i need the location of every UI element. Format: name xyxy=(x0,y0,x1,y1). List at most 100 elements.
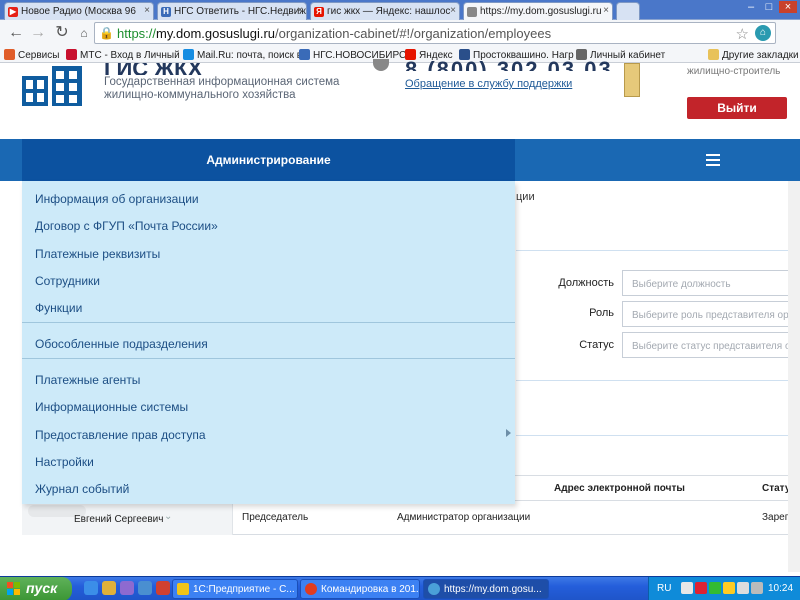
menu-item-org-info[interactable]: Информация об организации xyxy=(35,192,199,206)
close-tab-icon[interactable]: × xyxy=(603,5,609,16)
menu-item-functions[interactable]: Функции xyxy=(35,301,82,315)
table-row[interactable]: Евгений Сергеевич ⌄ Председатель Админис… xyxy=(22,501,800,535)
support-link[interactable]: Обращение в службу поддержки xyxy=(405,78,572,90)
tab-ngs[interactable]: Н НГС Ответить - НГС.Недвижим × xyxy=(157,2,307,20)
mailru-icon xyxy=(183,49,194,60)
hamburger-menu-icon[interactable] xyxy=(706,154,720,166)
mts-icon xyxy=(66,49,77,60)
tab-yandex[interactable]: Я гис жкх — Яндекс: нашлос × xyxy=(310,2,460,20)
address-bar[interactable]: 🔒 https://my.dom.gosuslugi.ru/organizati… xyxy=(94,22,776,44)
maximize-icon[interactable]: □ xyxy=(760,1,778,13)
browser-toolbar: ← → ↻ ⌂ 🔒 https://my.dom.gosuslugi.ru/or… xyxy=(0,20,800,61)
menu-item-payment-agents[interactable]: Платежные агенты xyxy=(35,373,140,387)
column-email[interactable]: Адрес электронной почты xyxy=(554,483,685,494)
chevron-down-icon[interactable]: ⌄ xyxy=(164,511,172,522)
bookmark-services[interactable]: Сервисы xyxy=(4,49,59,61)
filter-role-label: Роль xyxy=(589,307,614,319)
quicklaunch-icon[interactable] xyxy=(120,581,134,595)
status-select[interactable]: Выберите статус представителя ор xyxy=(622,332,800,358)
close-tab-icon[interactable]: × xyxy=(450,5,456,16)
antivirus-icon[interactable] xyxy=(695,582,707,594)
apps-icon xyxy=(4,49,15,60)
close-tab-icon[interactable]: × xyxy=(144,5,150,16)
site-header: ГИС ЖКХ Государственная информационная с… xyxy=(0,57,800,139)
menu-item-payment-details[interactable]: Платежные реквизиты xyxy=(35,247,160,261)
phone-icon xyxy=(373,59,389,71)
tab-title: НГС Ответить - НГС.Недвижим xyxy=(174,6,307,17)
tray-icon[interactable] xyxy=(723,582,735,594)
url-path: /organization-cabinet/#!/organization/em… xyxy=(275,26,552,41)
menu-item-info-systems[interactable]: Информационные системы xyxy=(35,400,188,414)
tray-icon[interactable] xyxy=(681,582,693,594)
bookmark-mts[interactable]: МТС - Вход в Личный к xyxy=(66,49,187,61)
tray-icon[interactable] xyxy=(709,582,721,594)
start-button[interactable]: пуск xyxy=(0,577,72,600)
employee-position: Председатель xyxy=(242,512,309,523)
menu-item-subdivisions[interactable]: Обособленные подразделения xyxy=(35,337,208,351)
logout-button[interactable]: Выйти xyxy=(687,97,787,119)
page-scrollbar[interactable] xyxy=(788,181,800,572)
menu-item-post-contract[interactable]: Договор с ФГУП «Почта России» xyxy=(35,219,218,233)
extension-icon[interactable]: ⌂ xyxy=(755,25,771,41)
reload-icon[interactable]: ↻ xyxy=(52,24,72,42)
quicklaunch-icon[interactable] xyxy=(138,581,152,595)
page-icon xyxy=(467,7,477,17)
chrome-icon[interactable] xyxy=(102,581,116,595)
divider xyxy=(516,380,800,381)
role-select[interactable]: Выберите роль представителя орга xyxy=(622,301,800,327)
menu-item-employees[interactable]: Сотрудники xyxy=(35,274,100,288)
network-icon[interactable] xyxy=(737,582,749,594)
tab-title: https://my.dom.gosuslugi.ru xyxy=(480,6,602,17)
volume-icon[interactable] xyxy=(751,582,763,594)
home-icon[interactable]: ⌂ xyxy=(74,24,94,42)
filter-status-label: Статус xyxy=(579,339,614,351)
browser-tab-bar: ▶ Новое Радио (Москва 96 × Н НГС Ответит… xyxy=(0,0,800,21)
tab-title: Новое Радио (Москва 96 xyxy=(21,6,136,17)
tab-title: гис жкх — Яндекс: нашлос xyxy=(327,6,451,17)
forward-icon[interactable]: → xyxy=(28,24,48,42)
position-select[interactable]: Выберите должность xyxy=(622,270,800,296)
bookmark-label: Mail.Ru: почта, поиск в xyxy=(197,50,303,61)
employee-status: Зарег xyxy=(762,512,789,523)
bookmark-label: НГС.НОВОСИБИРСК xyxy=(313,50,413,61)
submenu-arrow-icon xyxy=(506,429,511,437)
task-opera[interactable]: Командировка в 201... xyxy=(300,579,420,599)
menu-item-access-rights[interactable]: Предоставление прав доступа xyxy=(35,428,206,442)
administration-menu-button[interactable]: Администрирование xyxy=(22,139,515,181)
ie-icon[interactable] xyxy=(84,581,98,595)
bookmark-label: Другие закладки xyxy=(722,50,799,61)
bookmark-mailru[interactable]: Mail.Ru: почта, поиск в xyxy=(183,49,302,61)
employee-role: Администратор организации xyxy=(397,512,531,523)
bookmarks-bar: Сервисы МТС - Вход в Личный к Mail.Ru: п… xyxy=(0,46,800,63)
tab-new-radio[interactable]: ▶ Новое Радио (Москва 96 × xyxy=(4,2,154,20)
breadcrumb: ции xyxy=(516,191,535,203)
close-tab-icon[interactable]: × xyxy=(297,5,303,16)
folder-icon xyxy=(708,49,719,60)
menu-divider xyxy=(22,322,515,323)
filter-position-label: Должность xyxy=(558,277,614,289)
organization-icon xyxy=(624,63,640,97)
bookmark-star-icon[interactable]: ☆ xyxy=(736,25,749,43)
tab-gosuslugi[interactable]: https://my.dom.gosuslugi.ru × xyxy=(463,2,613,21)
back-icon[interactable]: ← xyxy=(6,24,26,42)
employee-name: Евгений Сергеевич xyxy=(74,514,164,525)
support-phone: 8 (800) 302 03 03 xyxy=(405,57,613,71)
language-indicator[interactable]: RU xyxy=(657,583,671,594)
task-1c[interactable]: 1С:Предприятие - С... xyxy=(172,579,298,599)
bookmark-other[interactable]: Другие закладки xyxy=(708,49,799,61)
column-status[interactable]: Стату xyxy=(762,483,790,494)
task-chrome[interactable]: https://my.dom.gosu... xyxy=(423,579,549,599)
minimize-icon[interactable]: – xyxy=(742,1,760,13)
quicklaunch-icon[interactable] xyxy=(156,581,170,595)
menu-item-settings[interactable]: Настройки xyxy=(35,455,94,469)
gis-logo-icon[interactable] xyxy=(22,66,84,106)
url-text: https://my.dom.gosuslugi.ru/organization… xyxy=(117,26,551,41)
1c-icon xyxy=(177,583,189,595)
menu-divider xyxy=(22,358,515,359)
menu-item-event-log[interactable]: Журнал событий xyxy=(35,482,129,496)
task-label: https://my.dom.gosu... xyxy=(444,584,542,595)
new-tab-button[interactable] xyxy=(616,2,640,20)
bookmark-ngs[interactable]: НГС.НОВОСИБИРСК xyxy=(299,49,412,61)
close-window-icon[interactable]: × xyxy=(779,1,797,13)
windows-taskbar: пуск 1С:Предприятие - С... Командировка … xyxy=(0,576,800,600)
